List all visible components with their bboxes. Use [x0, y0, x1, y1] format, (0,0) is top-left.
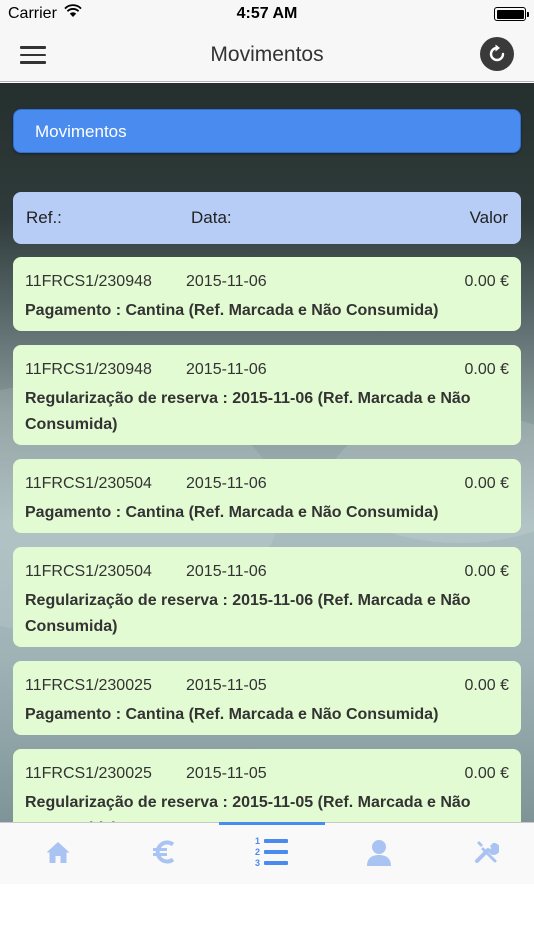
tab-balance[interactable]: [112, 823, 218, 885]
svg-text:1: 1: [255, 836, 260, 846]
column-header-date: Data:: [191, 208, 232, 227]
movement-ref: 11FRCS1/230504: [25, 475, 152, 492]
list-icon: 1 2 3: [255, 836, 288, 868]
svg-text:3: 3: [255, 858, 260, 868]
page-title: Movimentos: [210, 43, 324, 66]
movement-date: 2015-11-06: [186, 563, 267, 580]
movement-date: 2015-11-05: [186, 765, 267, 782]
movement-date: 2015-11-06: [186, 361, 267, 378]
movement-date: 2015-11-05: [186, 677, 267, 694]
movement-description: Regularização de reserva : 2015-11-05 (R…: [25, 794, 471, 822]
movement-amount: 0.00 €: [464, 677, 509, 694]
user-icon: [367, 840, 391, 866]
movement-amount: 0.00 €: [464, 361, 509, 378]
euro-icon: [153, 840, 175, 864]
movement-row[interactable]: 11FRCS1/230504 2015-11-06 0.00 € Regular…: [13, 547, 521, 647]
tab-home[interactable]: [5, 823, 111, 885]
refresh-icon: [489, 44, 505, 62]
movement-description: Regularização de reserva : 2015-11-06 (R…: [25, 592, 471, 635]
movement-row[interactable]: 11FRCS1/230948 2015-11-06 0.00 € Regular…: [13, 345, 521, 445]
movement-description: Pagamento : Cantina (Ref. Marcada e Não …: [25, 504, 439, 521]
battery-icon: [494, 7, 529, 21]
status-bar: Carrier 4:57 AM: [0, 0, 534, 28]
movement-description: Pagamento : Cantina (Ref. Marcada e Não …: [25, 302, 439, 319]
movement-ref: 11FRCS1/230025: [25, 765, 152, 782]
movement-amount: 0.00 €: [464, 273, 509, 290]
movement-row[interactable]: 11FRCS1/230025 2015-11-05 0.00 € Pagamen…: [13, 661, 521, 735]
movements-content[interactable]: Movimentos Ref.: Data: Valor 11FRCS1/230…: [0, 83, 534, 822]
movement-date: 2015-11-06: [186, 273, 267, 290]
movement-ref: 11FRCS1/230504: [25, 563, 152, 580]
movement-description: Pagamento : Cantina (Ref. Marcada e Não …: [25, 706, 439, 723]
home-icon: [46, 842, 70, 863]
tab-settings[interactable]: [433, 823, 534, 885]
column-header-ref: Ref.:: [26, 208, 62, 227]
movement-description: Regularização de reserva : 2015-11-06 (R…: [25, 390, 471, 433]
tab-profile[interactable]: [326, 823, 432, 885]
tab-movements[interactable]: 1 2 3: [219, 822, 325, 885]
tab-bar: 1 2 3: [0, 822, 534, 884]
tools-icon: [475, 841, 499, 863]
section-header: Movimentos: [13, 109, 521, 153]
movement-date: 2015-11-06: [186, 475, 267, 492]
movement-ref: 11FRCS1/230948: [25, 273, 152, 290]
movement-ref: 11FRCS1/230025: [25, 677, 152, 694]
movement-amount: 0.00 €: [464, 563, 509, 580]
refresh-button[interactable]: [480, 37, 514, 71]
bottom-area: [0, 884, 534, 950]
movement-amount: 0.00 €: [464, 765, 509, 782]
column-header-value: Valor: [469, 208, 508, 227]
navigation-bar: Movimentos: [0, 28, 534, 82]
movement-row[interactable]: 11FRCS1/230948 2015-11-06 0.00 € Pagamen…: [13, 257, 521, 331]
clock: 4:57 AM: [236, 5, 298, 22]
table-header: Ref.: Data: Valor: [13, 192, 521, 244]
movement-row[interactable]: 11FRCS1/230504 2015-11-06 0.00 € Pagamen…: [13, 459, 521, 533]
movement-ref: 11FRCS1/230948: [25, 361, 152, 378]
movement-row[interactable]: 11FRCS1/230025 2015-11-05 0.00 € Regular…: [13, 749, 521, 822]
movement-amount: 0.00 €: [464, 475, 509, 492]
svg-text:2: 2: [255, 847, 260, 857]
